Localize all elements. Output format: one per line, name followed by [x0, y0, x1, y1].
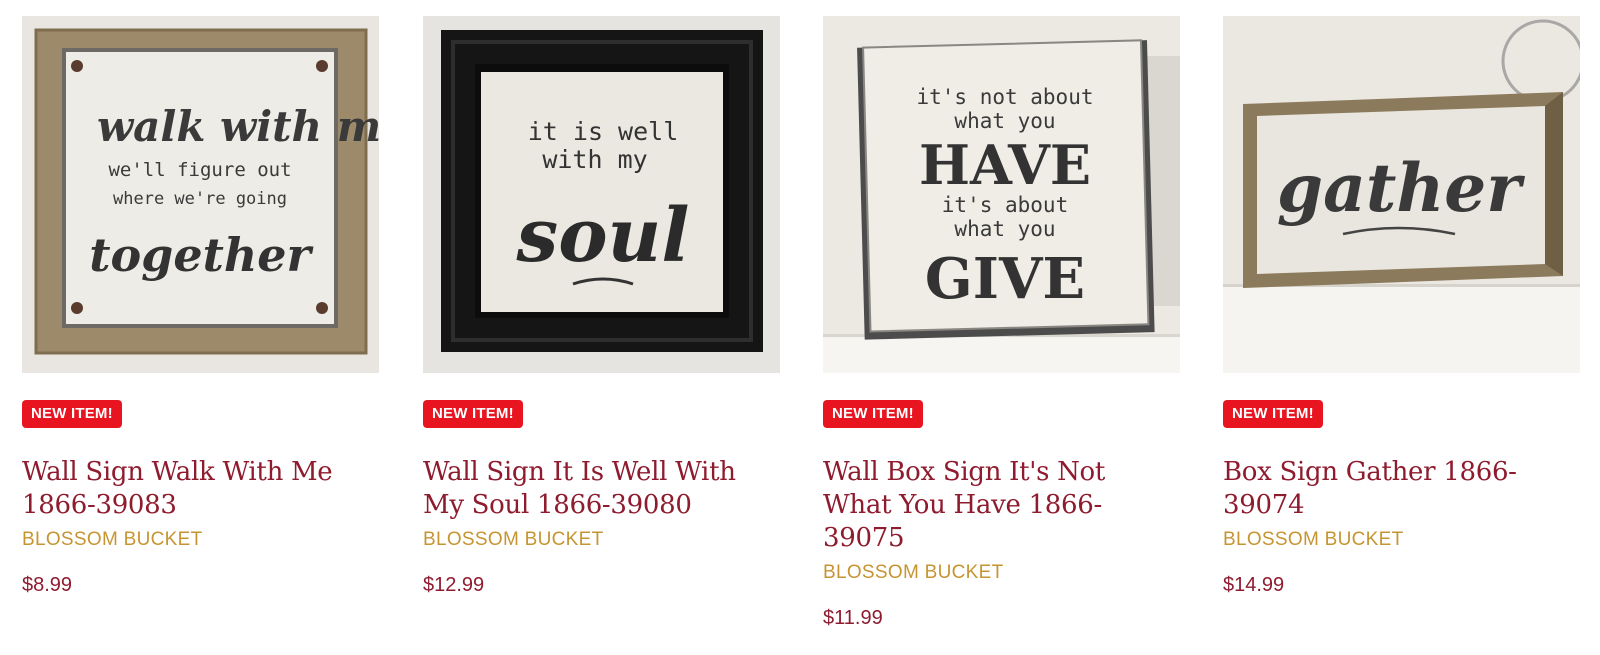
product-image: walk with me we'll figure out where we'r…	[22, 16, 379, 373]
new-item-badge: NEW ITEM!	[22, 400, 122, 428]
sign-word: gather	[1277, 149, 1525, 227]
product-title-link[interactable]: Wall Box Sign It's Not What You Have 186…	[823, 456, 1180, 555]
sign-line: where we're going	[113, 189, 287, 209]
product-card: walk with me we'll figure out where we'r…	[22, 16, 379, 598]
product-image: gather	[1223, 16, 1580, 373]
product-price: $11.99	[823, 607, 883, 629]
sign-word: GIVE	[925, 246, 1085, 312]
sign-word: walk with me	[97, 102, 379, 151]
sign-line: what you	[954, 109, 1055, 133]
product-image: it's not about what you HAVE it's about …	[823, 16, 1180, 373]
sign-word: soul	[516, 193, 690, 279]
brand-link[interactable]: BLOSSOM BUCKET	[423, 528, 780, 552]
sign-line: we'll figure out	[108, 159, 291, 181]
product-image: it is well with my soul	[423, 16, 780, 373]
brand-link[interactable]: BLOSSOM BUCKET	[22, 528, 379, 552]
sign-word: together	[89, 228, 314, 282]
product-price: $12.99	[423, 574, 485, 596]
sign-line: with my	[542, 145, 647, 174]
product-card: it is well with my soul NEW ITEM! Wall S…	[423, 16, 780, 598]
product-title-link[interactable]: Wall Sign It Is Well With My Soul 1866-3…	[423, 456, 780, 522]
new-item-badge: NEW ITEM!	[1223, 400, 1323, 428]
sign-line: it's about	[942, 193, 1068, 217]
product-price: $14.99	[1223, 574, 1285, 596]
new-item-badge: NEW ITEM!	[823, 400, 923, 428]
sign-line: it is well	[528, 117, 679, 146]
product-image-link[interactable]: gather	[1223, 16, 1580, 373]
product-grid: walk with me we'll figure out where we'r…	[0, 0, 1600, 655]
new-item-badge: NEW ITEM!	[423, 400, 523, 428]
product-card: it's not about what you HAVE it's about …	[823, 16, 1180, 631]
product-price: $8.99	[22, 574, 73, 596]
product-title-link[interactable]: Wall Sign Walk With Me 1866-39083	[22, 456, 379, 522]
sign-word: HAVE	[919, 133, 1091, 197]
product-image-link[interactable]: it's not about what you HAVE it's about …	[823, 16, 1180, 373]
brand-link[interactable]: BLOSSOM BUCKET	[1223, 528, 1580, 552]
sign-line: it's not about	[916, 85, 1093, 109]
sign-line: what you	[954, 217, 1055, 241]
product-title-link[interactable]: Box Sign Gather 1866-39074	[1223, 456, 1580, 522]
product-image-link[interactable]: walk with me we'll figure out where we'r…	[22, 16, 379, 373]
brand-link[interactable]: BLOSSOM BUCKET	[823, 561, 1180, 585]
product-image-link[interactable]: it is well with my soul	[423, 16, 780, 373]
product-card: gather NEW ITEM! Box Sign Gather 1866-39…	[1223, 16, 1580, 598]
